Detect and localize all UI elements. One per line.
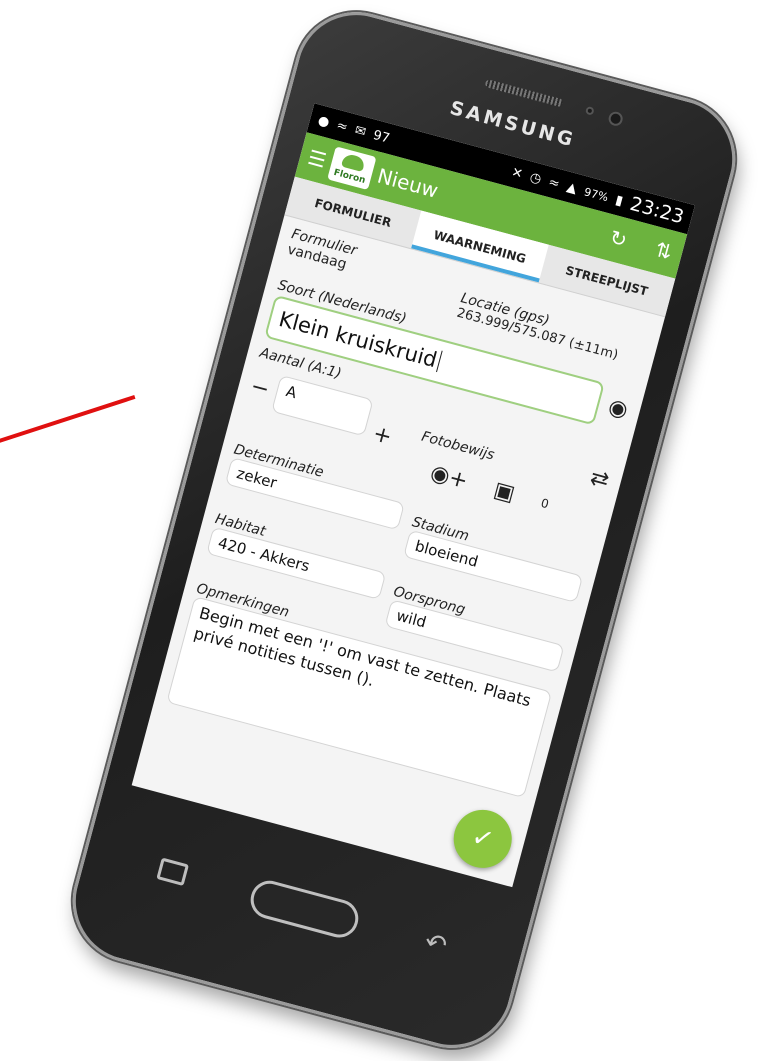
battery-icon: ▮ bbox=[613, 192, 625, 209]
app-logo-text: Floron bbox=[332, 167, 367, 186]
wifi-icon: ≈ bbox=[546, 174, 562, 192]
home-button[interactable] bbox=[246, 876, 363, 942]
globe-location-icon[interactable]: ◉ bbox=[606, 394, 631, 423]
annotation-arrow-line bbox=[0, 394, 136, 444]
app-logo[interactable]: Floron bbox=[327, 146, 377, 191]
battery-percentage: 97% bbox=[582, 184, 610, 204]
mute-icon: ✕ bbox=[509, 164, 525, 182]
aantal-minus-button[interactable]: − bbox=[248, 374, 272, 403]
observation-form: Formulier vandaag Locatie (gps) 263.999/… bbox=[132, 215, 665, 887]
screen: ● ≈ ✉ 97 ✕ ◷ ≈ ▲ 97% ▮ 23:23 ☰ Floron Ni… bbox=[131, 103, 695, 888]
phone-device: SAMSUNG ● ≈ ✉ 97 ✕ ◷ ≈ ▲ 97% ▮ 23:23 ☰ F… bbox=[58, 0, 750, 1061]
alarm-icon: ◷ bbox=[528, 169, 544, 187]
cast-icon: ≈ bbox=[334, 117, 350, 135]
stage: SAMSUNG ● ≈ ✉ 97 ✕ ◷ ≈ ▲ 97% ▮ 23:23 ☰ F… bbox=[0, 0, 776, 1061]
aantal-plus-button[interactable]: + bbox=[370, 421, 394, 450]
mail-icon: ✉ bbox=[353, 122, 368, 140]
shuffle-icon[interactable]: ⇄ bbox=[587, 465, 611, 494]
notification-count: 97 bbox=[371, 127, 392, 147]
check-icon: ✓ bbox=[468, 821, 498, 857]
save-check-button[interactable]: ✓ bbox=[447, 803, 519, 875]
front-camera bbox=[607, 110, 625, 128]
back-icon[interactable]: ↶ bbox=[421, 927, 450, 962]
location-pin-icon: ● bbox=[316, 112, 332, 131]
recent-apps-icon[interactable] bbox=[156, 857, 190, 887]
earpiece-speaker bbox=[484, 78, 564, 108]
signal-icon: ▲ bbox=[565, 179, 579, 197]
photo-count: 0 bbox=[539, 495, 551, 511]
proximity-sensor bbox=[584, 105, 595, 116]
hamburger-icon[interactable]: ☰ bbox=[305, 145, 329, 173]
photo-gallery-icon[interactable]: ▣ bbox=[491, 477, 518, 507]
